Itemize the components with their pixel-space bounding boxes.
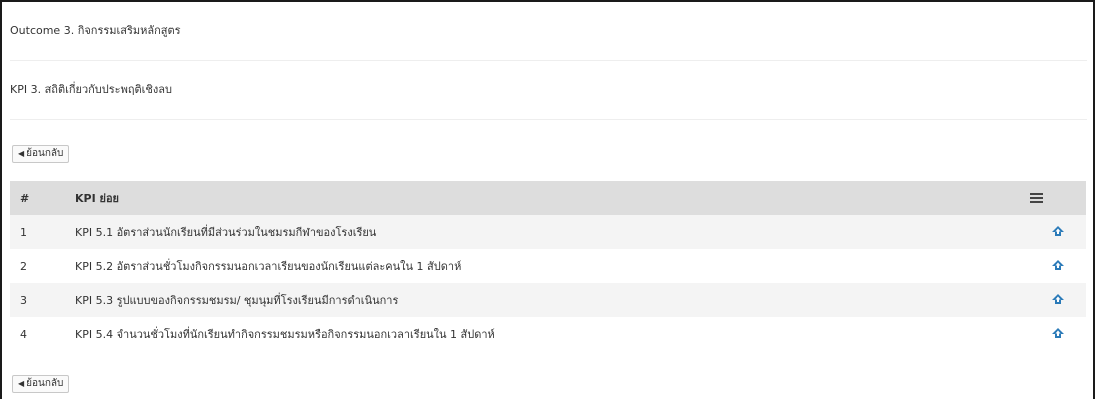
caret-left-icon: ◀ xyxy=(18,379,25,388)
content-panel: Outcome 3. กิจกรรมเสริมหลักสูตร KPI 3. ส… xyxy=(0,0,1095,399)
back-button-label: ย้อนกลับ xyxy=(26,378,64,389)
back-button-bottom[interactable]: ◀ ย้อนกลับ xyxy=(12,375,70,393)
